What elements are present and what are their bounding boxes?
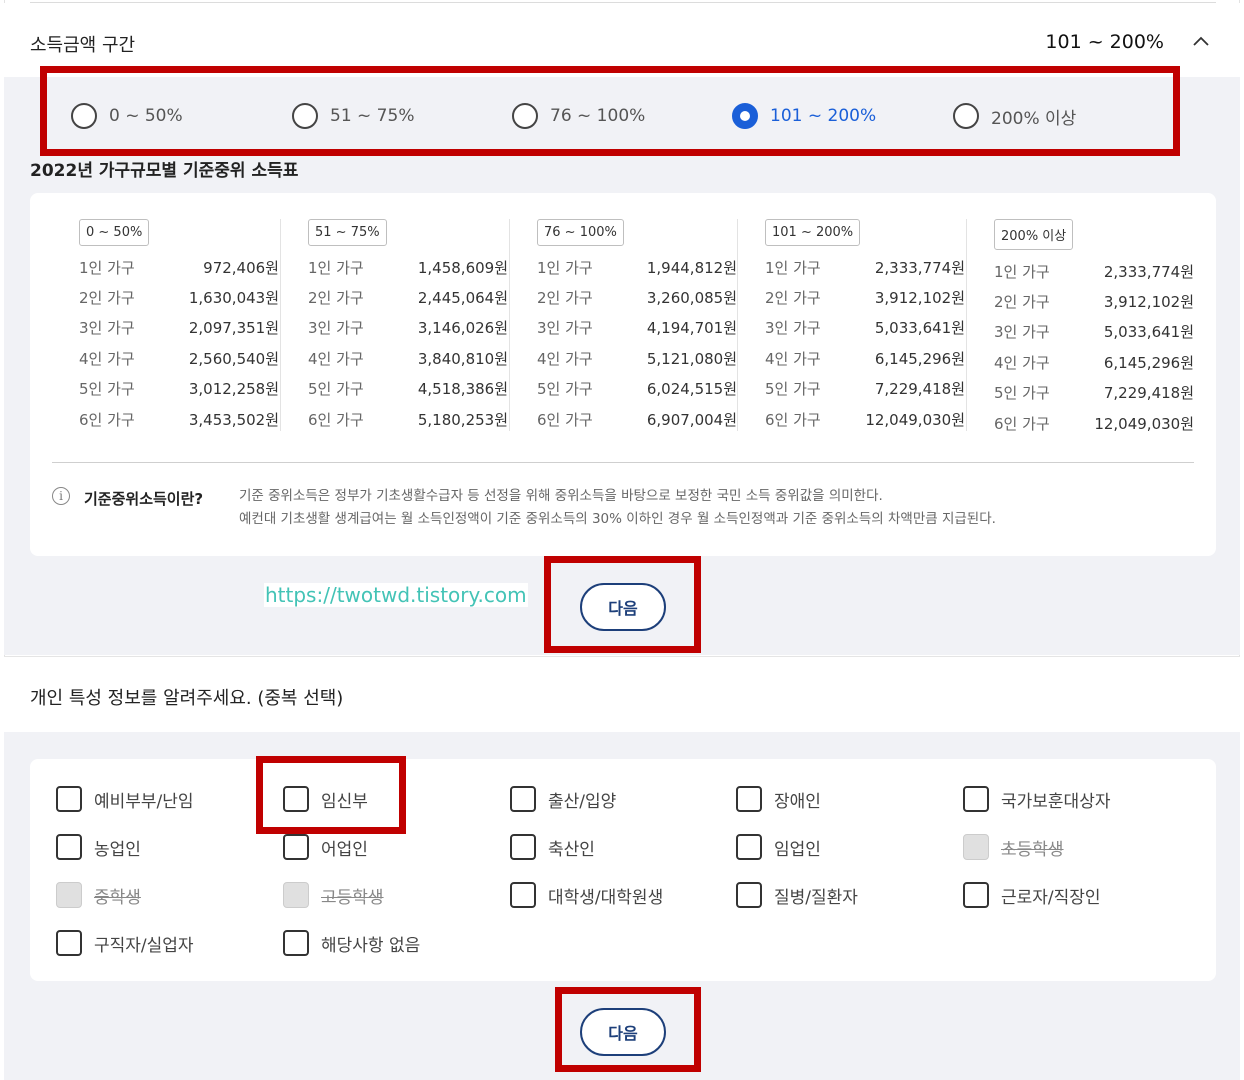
column-divider: [280, 219, 281, 431]
checkbox-icon: [56, 786, 82, 812]
info-line-2: 예컨대 기초생활 생계급여는 월 소득인정액이 기준 중위소득의 30% 이하인…: [239, 511, 996, 527]
checkbox-disabled-icon: [963, 834, 989, 860]
checkbox-icon: [56, 930, 82, 956]
checkbox-icon: [283, 930, 309, 956]
check-worker[interactable]: 근로자/직장인: [963, 882, 1101, 908]
median-table-title: 2022년 가구규모별 기준중위 소득표: [30, 161, 299, 181]
table-row: 1인 가구 1,944,812원: [537, 258, 737, 277]
table-row: 4인 가구 6,145,296원: [994, 353, 1194, 372]
table-row: 5인 가구 4,518,386원: [308, 380, 508, 399]
table-row: 6인 가구 3,453,502원: [79, 410, 279, 429]
check-job-seeker[interactable]: 구직자/실업자: [56, 930, 194, 956]
check-fisher[interactable]: 어업인: [283, 834, 368, 860]
table-row: 1인 가구 2,333,774원: [765, 258, 965, 277]
table-row: 2인 가구 1,630,043원: [79, 289, 279, 308]
table-row: 3인 가구 5,033,641원: [994, 323, 1194, 342]
table-row: 6인 가구 5,180,253원: [308, 410, 508, 429]
check-none[interactable]: 해당사항 없음: [283, 930, 420, 956]
table-row: 2인 가구 3,912,102원: [994, 293, 1194, 312]
table-row: 1인 가구 972,406원: [79, 258, 279, 277]
table-row: 4인 가구 5,121,080원: [537, 349, 737, 368]
table-row: 3인 가구 4,194,701원: [537, 319, 737, 338]
check-university[interactable]: 대학생/대학원생: [510, 882, 663, 908]
checkbox-disabled-icon: [56, 882, 82, 908]
checkbox-icon: [283, 834, 309, 860]
table-row: 3인 가구 5,033,641원: [765, 319, 965, 338]
median-column-200-plus: 200% 이상 1인 가구 2,333,774원 2인 가구 3,912,102원 …: [994, 219, 1194, 438]
checkbox-icon: [510, 786, 536, 812]
info-line-1: 기준 중위소득은 정부가 기초생활수급자 등 선정을 위해 중위소득을 바탕으로…: [239, 488, 883, 504]
check-patient[interactable]: 질병/질환자: [736, 882, 858, 908]
column-tag: 101 ~ 200%: [765, 219, 861, 246]
check-disabled[interactable]: 장애인: [736, 786, 821, 812]
checkbox-icon: [736, 882, 762, 908]
column-divider: [737, 219, 738, 431]
checkbox-icon: [736, 786, 762, 812]
table-row: 5인 가구 7,229,418원: [765, 380, 965, 399]
table-row: 3인 가구 2,097,351원: [79, 319, 279, 338]
info-icon: i: [52, 487, 70, 505]
check-elementary: 초등학생: [963, 834, 1064, 860]
check-veteran[interactable]: 국가보훈대상자: [963, 786, 1110, 812]
table-row: 3인 가구 3,146,026원: [308, 319, 508, 338]
table-row: 1인 가구 2,333,774원: [994, 262, 1194, 281]
table-row: 5인 가구 3,012,258원: [79, 380, 279, 399]
highlight-box-pregnant: [256, 756, 406, 834]
column-tag: 51 ~ 75%: [308, 219, 387, 246]
income-section-title: 소득금액 구간: [30, 35, 136, 56]
table-row: 6인 가구 6,907,004원: [537, 410, 737, 429]
table-row: 1인 가구 1,458,609원: [308, 258, 508, 277]
column-divider: [509, 219, 510, 431]
column-tag: 76 ~ 100%: [537, 219, 624, 246]
table-row: 6인 가구 12,049,030원: [765, 410, 965, 429]
highlight-box-next-1: [544, 556, 701, 653]
checkbox-icon: [510, 882, 536, 908]
highlight-box-next-2: [555, 987, 701, 1072]
check-middle-school: 중학생: [56, 882, 141, 908]
column-divider: [966, 219, 967, 431]
table-row: 4인 가구 3,840,810원: [308, 349, 508, 368]
top-divider: [30, 2, 1216, 3]
checkbox-icon: [56, 834, 82, 860]
table-divider: [52, 462, 1194, 463]
median-column-76-100: 76 ~ 100% 1인 가구 1,944,812원 2인 가구 3,260,085…: [537, 219, 737, 434]
check-forestry[interactable]: 임업인: [736, 834, 821, 860]
info-description: 기준 중위소득은 정부가 기초생활수급자 등 선정을 위해 중위소득을 바탕으로…: [239, 485, 996, 531]
check-birth-adoption[interactable]: 출산/입양: [510, 786, 616, 812]
personal-options-card: 예비부부/난임 임신부 출산/입양 장애인 국가보훈대상자 농업인 어업인 축산…: [30, 759, 1216, 981]
table-row: 4인 가구 2,560,540원: [79, 349, 279, 368]
table-row: 4인 가구 6,145,296원: [765, 349, 965, 368]
info-label: 기준중위소득이란?: [84, 490, 204, 508]
chevron-up-icon[interactable]: [1190, 31, 1212, 53]
median-income-table: 0 ~ 50% 1인 가구 972,406원 2인 가구 1,630,043원 3인…: [30, 193, 1216, 556]
median-column-51-75: 51 ~ 75% 1인 가구 1,458,609원 2인 가구 2,445,064원…: [308, 219, 508, 434]
checkbox-disabled-icon: [283, 882, 309, 908]
table-row: 6인 가구 12,049,030원: [994, 414, 1194, 433]
table-row: 5인 가구 6,024,515원: [537, 380, 737, 399]
table-row: 5인 가구 7,229,418원: [994, 384, 1194, 403]
checkbox-icon: [736, 834, 762, 860]
column-tag: 200% 이상: [994, 219, 1074, 250]
median-column-101-200: 101 ~ 200% 1인 가구 2,333,774원 2인 가구 3,912,10…: [765, 219, 965, 434]
check-high-school: 고등학생: [283, 882, 384, 908]
checkbox-icon: [510, 834, 536, 860]
checkbox-icon: [963, 786, 989, 812]
personal-section-header: 개인 특성 정보를 알려주세요. (중복 선택): [4, 656, 1240, 732]
income-selected-value: 101 ~ 200%: [1045, 31, 1164, 53]
checkbox-icon: [963, 882, 989, 908]
watermark-url: https://twotwd.tistory.com: [264, 583, 528, 607]
median-column-0-50: 0 ~ 50% 1인 가구 972,406원 2인 가구 1,630,043원 3인…: [79, 219, 279, 434]
check-farmer[interactable]: 농업인: [56, 834, 141, 860]
table-row: 2인 가구 2,445,064원: [308, 289, 508, 308]
check-livestock[interactable]: 축산인: [510, 834, 595, 860]
personal-section-title: 개인 특성 정보를 알려주세요. (중복 선택): [30, 688, 344, 709]
check-prospective-couple[interactable]: 예비부부/난임: [56, 786, 194, 812]
highlight-box-income-options: [40, 66, 1180, 156]
column-tag: 0 ~ 50%: [79, 219, 150, 246]
table-row: 2인 가구 3,260,085원: [537, 289, 737, 308]
table-row: 2인 가구 3,912,102원: [765, 289, 965, 308]
